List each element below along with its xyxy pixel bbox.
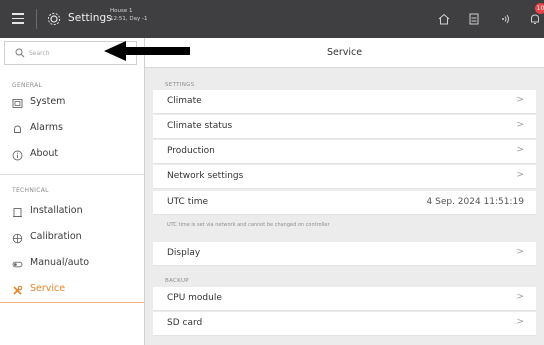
home-icon[interactable] [436, 11, 452, 27]
row-sd-card[interactable]: SD card > [153, 312, 536, 336]
house-name: House 1 [110, 8, 133, 14]
installation-icon [13, 208, 22, 217]
chevron-right-icon: > [516, 292, 524, 302]
general-section-label: GENERAL [12, 82, 43, 89]
service-icon [13, 285, 23, 295]
sidebar-item-label: Calibration [30, 231, 82, 242]
sidebar-item-label: Alarms [30, 122, 63, 133]
notification-badge[interactable]: 10 [535, 3, 544, 14]
backup-group-label: BACKUP [165, 278, 189, 284]
row-label: Climate status [167, 121, 233, 131]
main-header: Service [145, 38, 544, 68]
active-item-underline [0, 302, 144, 303]
sidebar-item-about[interactable]: About [0, 143, 144, 167]
search-icon [15, 48, 25, 58]
topbar-divider [36, 9, 37, 29]
chevron-right-icon: > [516, 120, 524, 130]
row-network-settings[interactable]: Network settings > [153, 165, 536, 189]
row-label: UTC time [167, 197, 209, 207]
sidebar-item-service[interactable]: Service [0, 278, 144, 302]
row-label: CPU module [167, 293, 222, 303]
row-cpu-module[interactable]: CPU module > [153, 287, 536, 311]
row-label: SD card [167, 318, 203, 328]
settings-group-label: SETTINGS [165, 82, 195, 88]
row-label: Climate [167, 96, 202, 106]
row-label: Network settings [167, 171, 244, 181]
section-divider [0, 174, 144, 175]
menu-icon[interactable] [12, 13, 24, 24]
alarm-icon [14, 125, 21, 133]
row-climate[interactable]: Climate > [153, 90, 536, 114]
sidebar-item-label: Manual/auto [30, 257, 90, 268]
top-bar: Settings House 1 12:51, Day -1 10 [0, 0, 544, 38]
page-title: Service [326, 47, 363, 58]
row-label: Production [167, 146, 215, 156]
main-panel: Service SETTINGS Climate > Climate statu… [145, 38, 544, 345]
arrow-left-icon [104, 41, 190, 61]
sidebar-item-manual-auto[interactable]: Manual/auto [0, 252, 144, 276]
sidebar-item-label: Service [30, 283, 66, 294]
chevron-right-icon: > [516, 247, 524, 257]
row-production[interactable]: Production > [153, 140, 536, 164]
chevron-right-icon: > [516, 317, 524, 327]
utc-time-value: 4 Sep. 2024 11:51:19 [426, 197, 524, 207]
house-info[interactable]: House 1 12:51, Day -1 [110, 7, 147, 23]
house-time: 12:51, Day -1 [110, 16, 148, 22]
chevron-right-icon: > [516, 95, 524, 105]
sidebar-item-alarms[interactable]: Alarms [0, 117, 144, 141]
gear-icon [47, 12, 61, 26]
wifi-icon[interactable] [497, 11, 513, 27]
chevron-right-icon: > [516, 170, 524, 180]
utc-note: UTC time is set via network and cannot b… [167, 222, 330, 228]
device-icon[interactable] [466, 11, 482, 27]
system-icon [12, 99, 23, 108]
sidebar-item-label: Installation [30, 205, 83, 216]
manual-auto-icon [12, 261, 23, 268]
row-utc-time: UTC time 4 Sep. 2024 11:51:19 [153, 191, 536, 215]
technical-section-label: TECHNICAL [12, 187, 49, 194]
sidebar-item-installation[interactable]: Installation [0, 200, 144, 224]
info-icon [12, 150, 23, 161]
row-climate-status[interactable]: Climate status > [153, 115, 536, 139]
page-app-title: Settings [68, 12, 112, 24]
sidebar-item-system[interactable]: System [0, 91, 144, 115]
sidebar-item-calibration[interactable]: Calibration [0, 226, 144, 250]
row-display[interactable]: Display > [153, 242, 536, 266]
sidebar: GENERAL System Alarms About TECHNICAL In… [0, 38, 145, 345]
row-label: Display [167, 248, 201, 258]
sidebar-item-label: System [30, 96, 66, 107]
chevron-right-icon: > [516, 145, 524, 155]
sidebar-item-label: About [30, 148, 59, 159]
calibration-icon [12, 233, 23, 244]
